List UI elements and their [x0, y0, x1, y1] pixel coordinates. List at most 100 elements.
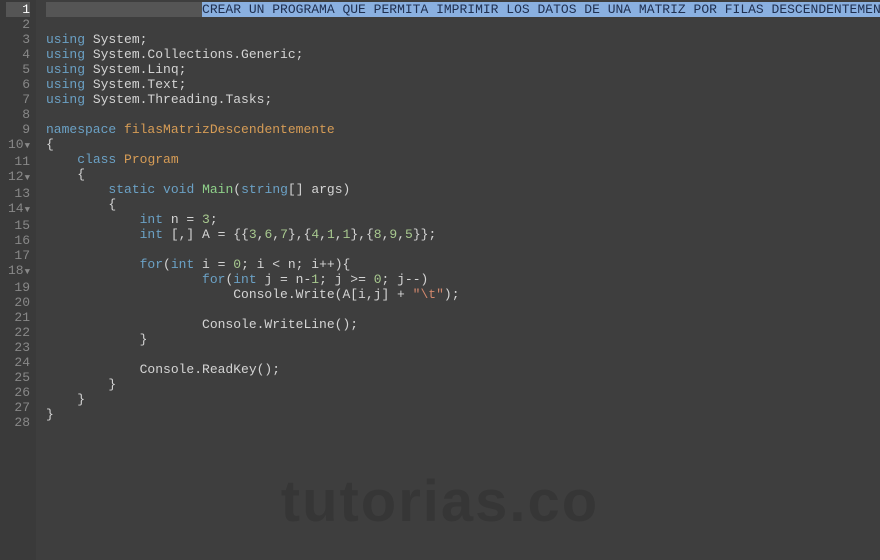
code-token: );	[444, 287, 460, 302]
code-line[interactable]: int [,] A = {{3,6,7},{4,1,1},{8,9,5}};	[46, 227, 880, 242]
code-line[interactable]: Console.ReadKey();	[46, 362, 880, 377]
code-token: 8	[374, 227, 382, 242]
code-line[interactable]: class Program	[46, 152, 880, 167]
line-number[interactable]: 5	[6, 62, 30, 77]
code-line[interactable]: {	[46, 167, 880, 182]
line-number[interactable]: 22	[6, 325, 30, 340]
code-line[interactable]: using System;	[46, 32, 880, 47]
code-token: for	[202, 272, 225, 287]
line-number[interactable]: 24	[6, 355, 30, 370]
fold-arrow-icon[interactable]: ▼	[24, 267, 30, 277]
line-number[interactable]: 28	[6, 415, 30, 430]
line-number[interactable]: 27	[6, 400, 30, 415]
line-number[interactable]: 7	[6, 92, 30, 107]
code-token: Program	[124, 152, 179, 167]
code-line[interactable]: using System.Collections.Generic;	[46, 47, 880, 62]
code-token: 0	[233, 257, 241, 272]
code-token: using	[46, 47, 85, 62]
code-token: using	[46, 77, 85, 92]
code-token: ,	[272, 227, 280, 242]
code-token	[46, 257, 140, 272]
code-token: "\t"	[413, 287, 444, 302]
code-token: 4	[311, 227, 319, 242]
code-line[interactable]: }	[46, 407, 880, 422]
code-token: ,	[397, 227, 405, 242]
code-editor[interactable]: 12345678910▼1112▼1314▼15161718▼192021222…	[0, 0, 880, 560]
code-token	[46, 227, 140, 242]
line-number[interactable]: 23	[6, 340, 30, 355]
fold-arrow-icon[interactable]: ▼	[24, 141, 30, 151]
code-line[interactable]	[46, 17, 880, 32]
code-line[interactable]: static void Main(string[] args)	[46, 182, 880, 197]
code-line[interactable]: }	[46, 377, 880, 392]
code-token	[194, 182, 202, 197]
code-line[interactable]: }	[46, 392, 880, 407]
code-line[interactable]: }	[46, 332, 880, 347]
code-token: Console.WriteLine();	[46, 317, 358, 332]
code-token: System;	[85, 32, 147, 47]
code-token	[46, 152, 77, 167]
code-token: int	[233, 272, 256, 287]
code-line[interactable]: using System.Threading.Tasks;	[46, 92, 880, 107]
line-number[interactable]: 13	[6, 186, 30, 201]
code-line[interactable]: using System.Text;	[46, 77, 880, 92]
code-token: {	[46, 197, 116, 212]
fold-arrow-icon[interactable]: ▼	[24, 173, 30, 183]
code-line[interactable]	[46, 242, 880, 257]
code-line[interactable]: namespace filasMatrizDescendentemente	[46, 122, 880, 137]
code-line[interactable]	[46, 302, 880, 317]
line-number[interactable]: 15	[6, 218, 30, 233]
code-token: ; i < n; i++){	[241, 257, 350, 272]
code-token	[116, 122, 124, 137]
code-line[interactable]: int n = 3;	[46, 212, 880, 227]
code-line[interactable]: {	[46, 137, 880, 152]
code-token	[116, 152, 124, 167]
code-token: }	[46, 377, 116, 392]
code-token: },{	[288, 227, 311, 242]
line-number[interactable]: 4	[6, 47, 30, 62]
code-line[interactable]: {	[46, 197, 880, 212]
line-number-gutter[interactable]: 12345678910▼1112▼1314▼15161718▼192021222…	[0, 0, 36, 560]
code-line[interactable]	[46, 347, 880, 362]
line-number[interactable]: 20	[6, 295, 30, 310]
line-number[interactable]: 10▼	[6, 137, 30, 154]
code-token: Main	[202, 182, 233, 197]
code-line[interactable]: Console.Write(A[i,j] + "\t");	[46, 287, 880, 302]
line-number[interactable]: 16	[6, 233, 30, 248]
line-number[interactable]: 6	[6, 77, 30, 92]
code-token: 1	[311, 272, 319, 287]
code-area[interactable]: CREAR UN PROGRAMA QUE PERMITA IMPRIMIR L…	[36, 0, 880, 560]
code-line[interactable]: using System.Linq;	[46, 62, 880, 77]
code-token: }	[46, 407, 54, 422]
code-token: i =	[194, 257, 233, 272]
line-number[interactable]: 17	[6, 248, 30, 263]
line-number[interactable]: 19	[6, 280, 30, 295]
code-line[interactable]	[46, 107, 880, 122]
line-number[interactable]: 1	[6, 2, 30, 17]
code-token: 5	[405, 227, 413, 242]
code-line[interactable]: for(int i = 0; i < n; i++){	[46, 257, 880, 272]
line-number[interactable]: 25	[6, 370, 30, 385]
code-token: Console.ReadKey();	[46, 362, 280, 377]
code-token: 3	[249, 227, 257, 242]
code-token	[46, 182, 108, 197]
line-number[interactable]: 11	[6, 154, 30, 169]
code-line[interactable]: for(int j = n-1; j >= 0; j--)	[46, 272, 880, 287]
line-number[interactable]: 3	[6, 32, 30, 47]
code-token: (	[163, 257, 171, 272]
code-token	[46, 2, 202, 17]
line-number[interactable]: 12▼	[6, 169, 30, 186]
line-number[interactable]: 2	[6, 17, 30, 32]
code-line[interactable]: Console.WriteLine();	[46, 317, 880, 332]
line-number[interactable]: 8	[6, 107, 30, 122]
code-token: [] args)	[288, 182, 350, 197]
line-number[interactable]: 14▼	[6, 201, 30, 218]
code-token: 7	[280, 227, 288, 242]
line-number[interactable]: 21	[6, 310, 30, 325]
line-number[interactable]: 18▼	[6, 263, 30, 280]
line-number[interactable]: 9	[6, 122, 30, 137]
code-line[interactable]: CREAR UN PROGRAMA QUE PERMITA IMPRIMIR L…	[46, 2, 880, 17]
line-number[interactable]: 26	[6, 385, 30, 400]
code-token: },{	[350, 227, 373, 242]
fold-arrow-icon[interactable]: ▼	[24, 205, 30, 215]
